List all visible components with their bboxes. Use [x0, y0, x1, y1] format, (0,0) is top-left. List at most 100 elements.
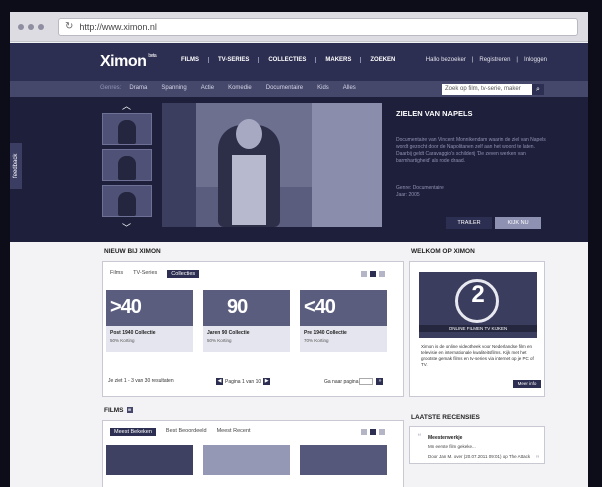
genre-drama[interactable]: Drama [129, 85, 147, 91]
hero-image[interactable] [162, 103, 382, 227]
separator: | [516, 57, 518, 63]
collection-image: >40 [106, 290, 193, 326]
window-dot-icon[interactable] [38, 23, 44, 30]
collection-card[interactable]: 90 Jaren 90 Collectie 50% Korting [203, 290, 290, 352]
prev-page-icon[interactable]: ◀ [216, 378, 223, 385]
site-logo[interactable]: Ximon beta [100, 53, 157, 71]
detail-view-icon[interactable] [379, 429, 385, 435]
collection-card[interactable]: >40 Post 1940 Collectie 50% Korting [106, 290, 193, 352]
genre-komedie[interactable]: Komedie [228, 85, 252, 91]
collection-number: >40 [110, 296, 142, 318]
nav-zoeken[interactable]: ZOEKEN [361, 57, 404, 63]
tab-films[interactable]: Films [110, 270, 123, 278]
collection-discount: 50% Korting [110, 338, 135, 343]
browser-toolbar: ↻ http://www.ximon.nl [10, 12, 588, 42]
detail-view-icon[interactable] [379, 271, 385, 277]
genre-alles[interactable]: Alles [343, 85, 356, 91]
thumbnail[interactable] [102, 185, 152, 217]
year-meta-label: Jaar: [396, 192, 408, 198]
welkom-title: WELKOM OP XIMON [411, 248, 475, 255]
nav-tv-series[interactable]: TV-SERIES [209, 57, 260, 63]
year-meta-value: 2005 [408, 192, 420, 198]
genre-spanning[interactable]: Spanning [161, 85, 186, 91]
quote-close-icon: ” [536, 454, 539, 464]
page-number-input[interactable] [359, 378, 374, 385]
tab-best-beoordeeld[interactable]: Best Beoordeeld [166, 428, 207, 436]
browser-window: ↻ http://www.ximon.nl Ximon beta FILMS TV… [10, 12, 588, 487]
watch-now-button[interactable]: KIJK NU [495, 217, 541, 229]
greeting: Hallo bezoeker [425, 57, 466, 63]
nav-collecties[interactable]: COLLECTIES [259, 57, 317, 63]
results-count: Je ziet 1 - 3 van 30 resultaten [108, 378, 174, 384]
thumbnail[interactable] [102, 149, 152, 181]
chevron-down-icon[interactable]: ﹀ [122, 221, 131, 234]
page-indicator: Pagina 1 van 10 [225, 378, 262, 385]
welkom-text: Ximon is de online videotheek voor Neder… [421, 344, 534, 367]
genre-documentaire[interactable]: Documentaire [266, 85, 303, 91]
film-card[interactable] [203, 445, 290, 475]
film-card[interactable] [106, 445, 193, 475]
window-dot-icon[interactable] [28, 23, 34, 30]
tab-meest-recent[interactable]: Meest Recent [217, 428, 251, 436]
genre-kids[interactable]: Kids [317, 85, 329, 91]
search-input[interactable]: Zoek op film, tv-serie, maker [442, 84, 532, 95]
nav-films[interactable]: FILMS [172, 57, 209, 63]
logo-text: Ximon [100, 53, 147, 70]
view-toggle [358, 271, 385, 277]
register-link[interactable]: Registreren [476, 57, 513, 63]
featured-film: ︿ ﹀ ZIELEN VAN NAPELS Documentaire van V… [10, 97, 588, 242]
new-tabs: Films TV-Series Collecties [110, 270, 209, 278]
nav-makers[interactable]: MAKERS [316, 57, 362, 63]
search-icon[interactable]: ⌕ [532, 84, 544, 95]
list-view-icon[interactable] [361, 429, 367, 435]
main-nav: FILMS TV-SERIES COLLECTIES MAKERS ZOEKEN [172, 57, 404, 63]
grid-view-icon[interactable] [370, 429, 376, 435]
grid-view-icon[interactable] [370, 271, 376, 277]
collection-title: Jaren 90 Collectie [207, 330, 250, 336]
film-card[interactable] [300, 445, 387, 475]
review-title[interactable]: Meesterwerkje [428, 435, 462, 441]
genre-list: Genres: Drama Spanning Actie Komedie Doc… [100, 85, 370, 91]
goto-page: Ga naar pagina » [324, 378, 385, 385]
collection-image: <40 [300, 290, 387, 326]
hero-face [236, 119, 262, 149]
collection-number: <40 [304, 296, 336, 318]
login-link[interactable]: Inloggen [521, 57, 550, 63]
url-text: http://www.ximon.nl [79, 21, 157, 32]
refresh-icon[interactable]: ↻ [65, 21, 73, 32]
genre-label: Genres: [100, 85, 122, 91]
feature-title: ZIELEN VAN NAPELS [396, 109, 473, 118]
genre-meta-value: Documentaire [412, 185, 444, 191]
tab-collecties[interactable]: Collecties [167, 270, 200, 278]
collection-card[interactable]: <40 Pre 1940 Collectie 70% Korting [300, 290, 387, 352]
collection-discount: 50% Korting [207, 338, 232, 343]
thumbnail-figure [118, 120, 136, 144]
more-info-button[interactable]: Meer info [513, 380, 541, 388]
reviews-title: LAATSTE RECENSIES [411, 414, 480, 421]
thumbnail-figure [118, 156, 136, 180]
tab-tv-series[interactable]: TV-Series [133, 270, 157, 278]
promo-number: 2 [471, 281, 485, 308]
promo-image[interactable]: 2 ONLINE FILMEN TV KIJKEN [419, 272, 537, 338]
goto-icon[interactable]: » [376, 378, 384, 385]
genre-actie[interactable]: Actie [201, 85, 214, 91]
feature-description: Documentaire van Vincent Monnikendam waa… [396, 137, 546, 164]
window-dot-icon[interactable] [18, 23, 24, 30]
films-title-text: FILMS [104, 407, 124, 414]
thumbnail[interactable] [102, 113, 152, 145]
feedback-tab[interactable]: feedback [10, 143, 22, 189]
promo-band: ONLINE FILMEN TV KIJKEN [419, 325, 537, 332]
separator: | [471, 57, 474, 63]
collection-title: Pre 1940 Collectie [304, 330, 347, 336]
site-header: Ximon beta FILMS TV-SERIES COLLECTIES MAK… [10, 43, 588, 81]
tab-meest-bekeken[interactable]: Meest Bekeken [110, 428, 156, 436]
list-view-icon[interactable] [361, 271, 367, 277]
next-page-icon[interactable]: ▶ [263, 378, 271, 385]
films-view-toggle [358, 429, 385, 435]
films-section-title: FILMS ≋ [104, 407, 133, 414]
url-bar[interactable]: ↻ http://www.ximon.nl [58, 17, 578, 36]
rss-icon[interactable]: ≋ [126, 407, 133, 414]
chevron-up-icon[interactable]: ︿ [122, 99, 131, 112]
hero-apron [232, 155, 266, 225]
trailer-button[interactable]: TRAILER [446, 217, 492, 229]
